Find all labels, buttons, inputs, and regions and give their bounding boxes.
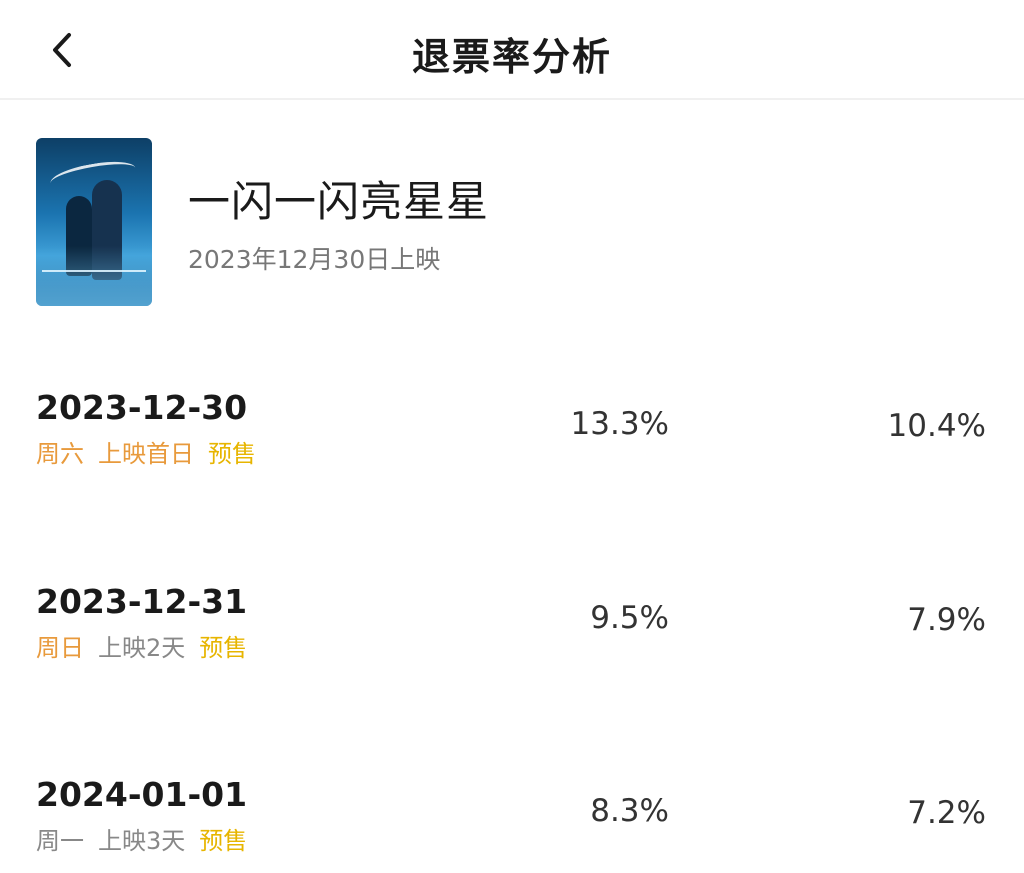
- weekday-tag: 周日: [36, 634, 84, 662]
- movie-title: 一闪一闪亮星星: [188, 177, 490, 226]
- presale-tag: 预售: [199, 827, 248, 855]
- presale-tag: 预售: [199, 634, 248, 662]
- status-tag: 上映3天: [98, 827, 186, 855]
- row-date: 2024-01-01: [36, 775, 248, 814]
- list-item[interactable]: 2023-12-31 周日 上映2天 预售 9.5% 7.9%: [0, 582, 1024, 672]
- nav-header: 退票率分析: [0, 0, 1024, 100]
- row-date: 2023-12-30: [36, 388, 248, 427]
- weekday-tag: 周六: [36, 440, 84, 468]
- movie-poster[interactable]: [36, 138, 152, 306]
- release-date: 2023年12月30日上映: [188, 245, 441, 274]
- refund-rate-value-2: 10.4%: [887, 408, 986, 444]
- row-tags: 周一 上映3天 预售: [36, 821, 261, 856]
- refund-rate-value: 13.3%: [570, 406, 669, 442]
- row-date: 2023-12-31: [36, 582, 248, 621]
- status-tag: 上映首日: [98, 440, 194, 468]
- row-tags: 周日 上映2天 预售: [36, 628, 261, 663]
- weekday-tag: 周一: [36, 827, 84, 855]
- list-item[interactable]: 2023-12-30 周六 上映首日 预售 13.3% 10.4%: [0, 388, 1024, 478]
- refund-rate-value: 9.5%: [590, 600, 669, 636]
- refund-rate-value-2: 7.2%: [907, 795, 986, 831]
- row-tags: 周六 上映首日 预售: [36, 434, 270, 469]
- refund-rate-value-2: 7.9%: [907, 602, 986, 638]
- poster-glow: [36, 246, 152, 306]
- list-item[interactable]: 2024-01-01 周一 上映3天 预售 8.3% 7.2%: [0, 775, 1024, 865]
- presale-tag: 预售: [208, 440, 256, 468]
- refund-rate-value: 8.3%: [590, 793, 669, 829]
- status-tag: 上映2天: [98, 634, 186, 662]
- movie-info: 一闪一闪亮星星 2023年12月30日上映: [36, 138, 996, 308]
- page-title: 退票率分析: [411, 35, 612, 79]
